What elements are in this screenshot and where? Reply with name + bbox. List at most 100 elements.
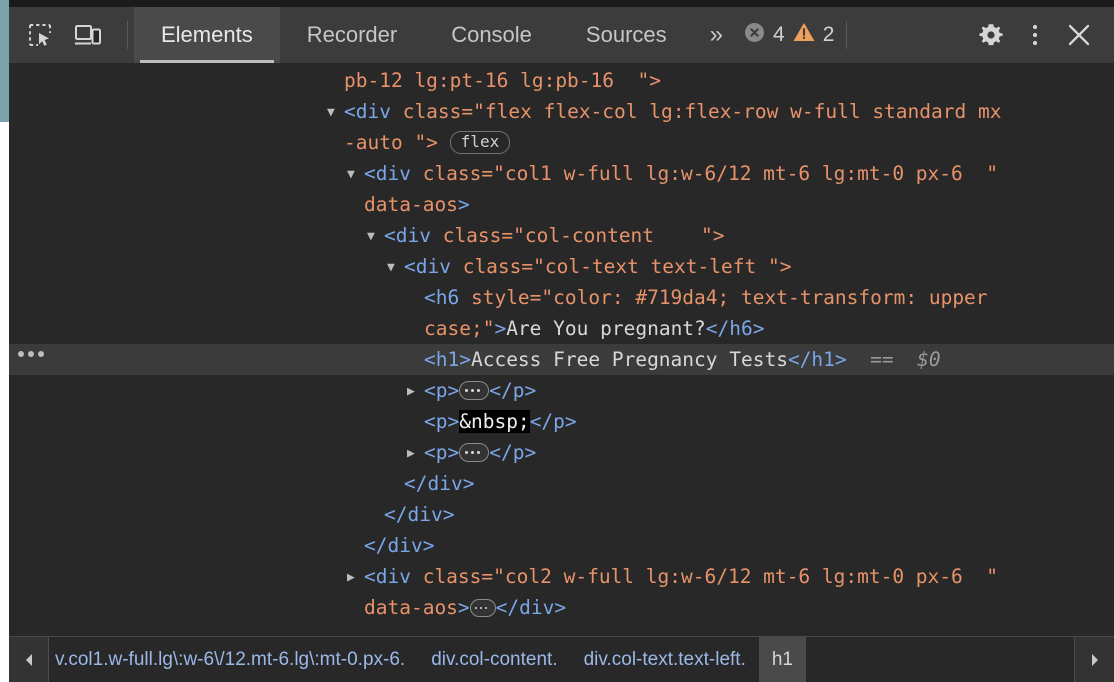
warning-triangle-icon	[792, 21, 816, 49]
dom-punctuation: >	[457, 596, 470, 619]
dom-attr-text: "col-text text-left ">	[533, 255, 792, 278]
dom-tree-row[interactable]: <p>&nbsp;</p>	[9, 406, 1114, 437]
close-icon[interactable]	[1058, 15, 1100, 55]
dom-tag-text: </div>	[495, 596, 567, 619]
tab-sources[interactable]: Sources	[559, 7, 694, 63]
dom-tree-row[interactable]: data-aos> </div>	[9, 592, 1114, 623]
dom-tree-row[interactable]: ▶ <p> </p>	[9, 437, 1114, 468]
devtools-window: Elements Recorder Console Sources » 4 2 …	[0, 0, 1114, 682]
inspect-element-icon[interactable]	[19, 15, 61, 55]
display-type-badge[interactable]: flex	[449, 131, 511, 154]
dom-tag-text: </p>	[489, 441, 537, 464]
dom-attr-text: "col-content ">	[513, 224, 725, 247]
dom-tree-row-content: pb-12 lg:pt-16 lg:pb-16 ">	[344, 65, 661, 96]
dom-tree-row-content: ▼ <div class="col-text text-left ">	[387, 255, 792, 278]
dom-tree-row[interactable]: case;">Are You pregnant?</h6>	[9, 313, 1114, 344]
dom-tree-row[interactable]: <h6 style="color: #719da4; text-transfor…	[9, 282, 1114, 313]
breadcrumb-item[interactable]: div.col-text.text-left.	[571, 637, 759, 682]
dom-tag-text: </div>	[364, 534, 435, 557]
dom-attr-text: "color: #719da4; text-transform: upper	[541, 286, 988, 309]
warning-count: 2	[822, 23, 835, 46]
dom-tree-row-content: </div>	[384, 499, 454, 530]
selected-node-ref: == $0	[846, 348, 941, 371]
dom-tag-text: <div	[384, 224, 443, 247]
dom-tag-text: </p>	[529, 410, 577, 433]
issue-counters: 4 2	[737, 7, 840, 63]
breadcrumb-item[interactable]: div.col-content.	[418, 637, 570, 682]
gear-icon[interactable]	[970, 15, 1012, 55]
dom-tree-row-content: ▼ <div class="flex flex-col lg:flex-row w…	[327, 100, 1002, 123]
dom-tag-text: <p>	[424, 410, 460, 433]
tab-elements[interactable]: Elements	[134, 7, 280, 63]
dom-attr-text: pb-12 lg:pt-16 lg:pb-16 ">	[344, 69, 661, 92]
dom-attr-text: -auto ">	[344, 131, 438, 154]
row-actions-dots-icon[interactable]	[18, 351, 44, 357]
dom-text-node: Are You pregnant?	[506, 317, 706, 340]
breadcrumb-item[interactable]: h1	[758, 637, 806, 682]
collapsed-children-icon[interactable]	[459, 381, 490, 400]
dom-tag-text: <div	[404, 255, 463, 278]
error-circle-icon	[743, 21, 766, 50]
dom-tree-row-content: ▶ <p> </p>	[407, 441, 537, 464]
tab-console[interactable]: Console	[424, 7, 559, 63]
toolbar-right-icons	[970, 7, 1114, 63]
more-tabs-chevron-icon[interactable]: »	[694, 7, 737, 63]
more-tabs-label: »	[709, 21, 723, 48]
dom-tree-row-content: data-aos> </div>	[364, 592, 566, 623]
dom-tree-row-content: <p>&nbsp;</p>	[424, 406, 577, 437]
dom-tree-row-content: ▼ <div class="col-content ">	[367, 224, 725, 247]
dom-tree-row-content: -auto "> flex	[344, 127, 511, 158]
tab-console-label: Console	[451, 22, 532, 47]
dom-tree-row-content: ▶ <div class="col2 w-full lg:w-6/12 mt-6 …	[347, 565, 998, 588]
dom-tree-row[interactable]: ▶ <p> </p>	[9, 375, 1114, 406]
window-top-strip	[0, 0, 1114, 7]
dom-tree-row[interactable]: ▼ <div class="col-text text-left ">	[9, 251, 1114, 282]
collapsed-children-icon[interactable]	[459, 443, 490, 462]
dom-tag-text: <p>	[424, 441, 460, 464]
dom-attr-text: case;"	[424, 317, 495, 340]
dom-tree-row[interactable]: </div>	[9, 530, 1114, 561]
dom-punctuation: >	[457, 193, 470, 216]
dom-tree-row-content: ▶ <p> </p>	[407, 379, 537, 402]
dom-tree-row[interactable]: ▶ <div class="col2 w-full lg:w-6/12 mt-6 …	[9, 561, 1114, 592]
breadcrumb-item[interactable]: v.col1.w-full.lg\:w-6\/12.mt-6.lg\:mt-0.…	[49, 637, 418, 682]
dom-tree-row[interactable]: pb-12 lg:pt-16 lg:pb-16 ">	[9, 65, 1114, 96]
tab-recorder[interactable]: Recorder	[280, 7, 424, 63]
panel-tabs: Elements Recorder Console Sources	[134, 7, 694, 63]
dom-tag-text: </h6>	[705, 317, 765, 340]
dom-tree-row-content: <h1>Access Free Pregnancy Tests</h1> == …	[424, 344, 941, 375]
dom-tree-row-selected[interactable]: <h1>Access Free Pregnancy Tests</h1> == …	[9, 344, 1114, 375]
dom-tree-row[interactable]: ▼ <div class="flex flex-col lg:flex-row w…	[9, 96, 1114, 127]
dom-attr-text: class=	[422, 565, 494, 588]
tab-elements-label: Elements	[161, 22, 253, 47]
dom-tree-row-content: data-aos>	[364, 189, 470, 220]
tab-sources-label: Sources	[585, 22, 667, 47]
dom-tree-row[interactable]: ▼ <div class="col1 w-full lg:w-6/12 mt-6 …	[9, 158, 1114, 189]
kebab-menu-icon[interactable]	[1014, 15, 1056, 55]
error-counter[interactable]: 4	[743, 21, 785, 50]
dom-punctuation: >	[494, 317, 507, 340]
dom-tag-text: <div	[364, 162, 423, 185]
dom-tree-row[interactable]: -auto "> flex	[9, 127, 1114, 158]
dom-tree-row[interactable]: </div>	[9, 468, 1114, 499]
breadcrumb-scroll-right[interactable]	[1074, 637, 1114, 682]
device-toolbar-icon[interactable]	[67, 15, 109, 55]
breadcrumb-scroll-left[interactable]	[9, 637, 49, 682]
dom-attr-text: "col1 w-full lg:w-6/12 mt-6 lg:mt-0 px-6…	[493, 162, 998, 185]
dom-attr-text: style=	[470, 286, 542, 309]
dom-attr-text: "col2 w-full lg:w-6/12 mt-6 lg:mt-0 px-6…	[493, 565, 998, 588]
dom-attr-text: data-aos	[364, 596, 458, 619]
dom-tree-row[interactable]: ▼ <div class="col-content ">	[9, 220, 1114, 251]
dom-tree-row[interactable]: data-aos>	[9, 189, 1114, 220]
dom-tag-text: <h6	[424, 286, 471, 309]
dom-tree-panel[interactable]: pb-12 lg:pt-16 lg:pb-16 "> ▼ <div class="f…	[0, 63, 1114, 636]
warning-counter[interactable]: 2	[792, 21, 835, 49]
dom-attr-text: class=	[402, 100, 474, 123]
dom-tree-row[interactable]: </div>	[9, 499, 1114, 530]
collapsed-children-icon[interactable]	[469, 599, 496, 617]
breadcrumb-items: v.col1.w-full.lg\:w-6\/12.mt-6.lg\:mt-0.…	[49, 637, 1074, 682]
dom-attr-text: data-aos	[364, 193, 458, 216]
dom-attr-text: class=	[422, 162, 494, 185]
toolbar-left-icons	[9, 7, 121, 63]
dom-tag-text: </div>	[404, 472, 475, 495]
